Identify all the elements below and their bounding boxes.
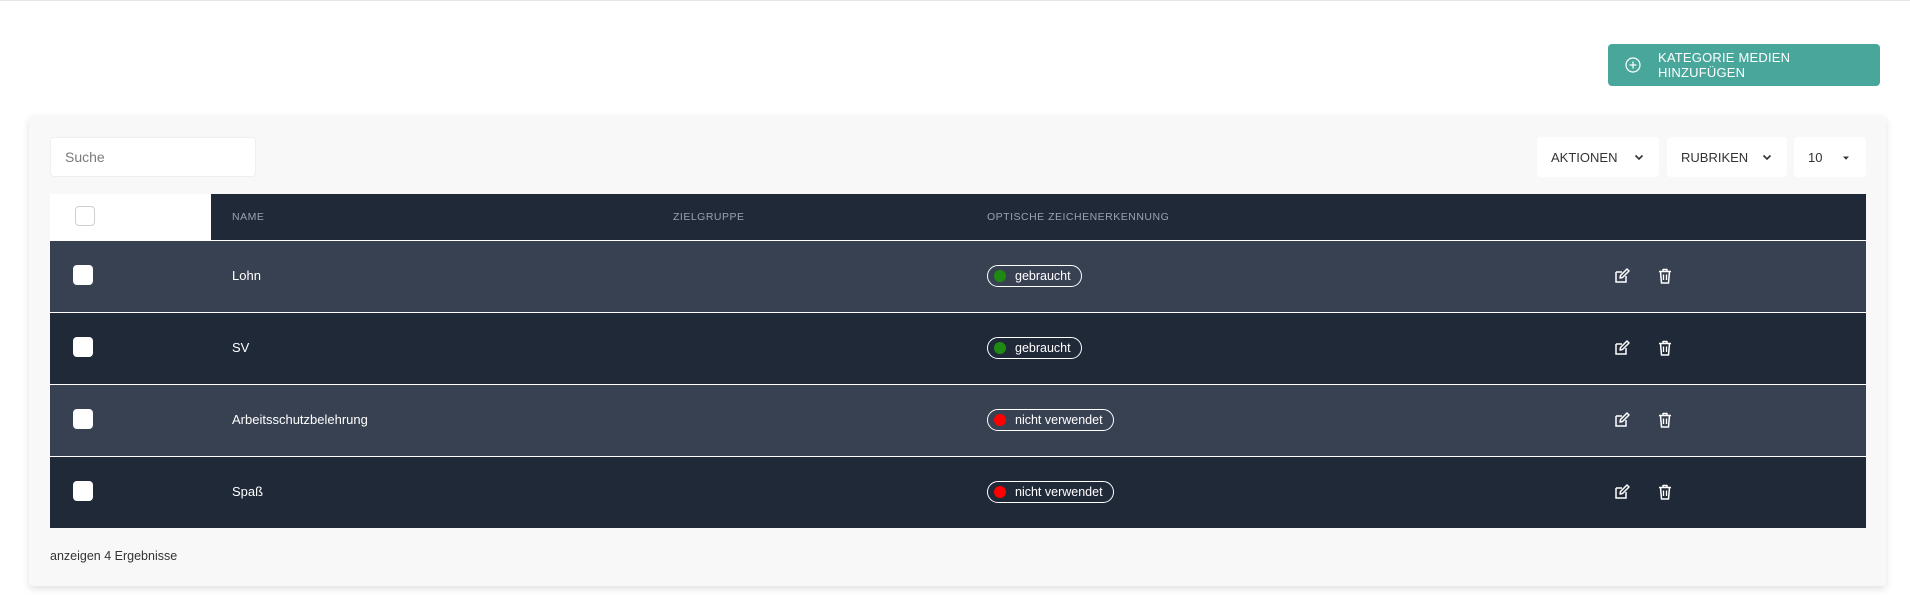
media-category-table: NAME ZIELGRUPPE OPTISCHE ZEICHENERKENNUN… [50,194,1866,528]
edit-icon[interactable] [1613,411,1631,429]
actions-dropdown[interactable]: AKTIONEN [1537,137,1659,177]
media-category-card: AKTIONEN RUBRIKEN 10 NAME ZIELGRUPPE OPT… [29,116,1886,586]
page-size-value: 10 [1808,149,1823,165]
status-label: nicht verwendet [1015,413,1103,427]
trash-icon[interactable] [1656,483,1674,501]
status-dot [994,414,1006,426]
row-checkbox[interactable] [73,337,93,357]
chevron-down-icon [1634,154,1644,161]
row-checkbox[interactable] [73,265,93,285]
row-name: Lohn [232,268,261,283]
row-name: Arbeitsschutzbelehrung [232,412,368,427]
search-input[interactable] [50,137,256,177]
actions-dropdown-label: AKTIONEN [1551,149,1618,165]
table-row: Arbeitsschutzbelehrung nicht verwendet [50,384,1866,456]
edit-icon[interactable] [1613,339,1631,357]
trash-icon[interactable] [1656,411,1674,429]
status-badge: nicht verwendet [987,409,1114,431]
column-header-ocr[interactable]: OPTISCHE ZEICHENERKENNUNG [987,194,1169,240]
caret-down-icon [1843,156,1849,160]
column-header-target-group[interactable]: ZIELGRUPPE [673,194,745,240]
status-dot [994,270,1006,282]
categories-dropdown[interactable]: RUBRIKEN [1667,137,1787,177]
edit-icon[interactable] [1613,267,1631,285]
page-size-select[interactable]: 10 [1794,137,1866,177]
table-row: Spaß nicht verwendet [50,456,1866,528]
table-row: SV gebraucht [50,312,1866,384]
trash-icon[interactable] [1656,267,1674,285]
status-dot [994,486,1006,498]
top-divider [0,0,1910,1]
status-label: nicht verwendet [1015,485,1103,499]
row-checkbox[interactable] [73,409,93,429]
status-label: gebraucht [1015,269,1071,283]
results-count: anzeigen 4 Ergebnisse [50,549,178,563]
status-label: gebraucht [1015,341,1071,355]
row-name: SV [232,340,250,355]
status-badge: gebraucht [987,265,1082,287]
status-dot [994,342,1006,354]
column-header-name[interactable]: NAME [232,194,264,240]
trash-icon[interactable] [1656,339,1674,357]
add-category-media-button[interactable]: KATEGORIE MEDIEN HINZUFÜGEN [1608,44,1880,86]
table-row: Lohn gebraucht [50,240,1866,312]
add-category-media-label: KATEGORIE MEDIEN HINZUFÜGEN [1658,50,1791,80]
categories-dropdown-label: RUBRIKEN [1681,149,1749,165]
select-all-cell [50,194,211,240]
select-all-checkbox[interactable] [75,206,95,226]
status-badge: nicht verwendet [987,481,1114,503]
row-checkbox[interactable] [73,481,93,501]
status-badge: gebraucht [987,337,1082,359]
chevron-down-icon [1762,154,1772,161]
edit-icon[interactable] [1613,483,1631,501]
plus-circle-icon [1625,57,1641,73]
row-name: Spaß [232,484,264,499]
table-header: NAME ZIELGRUPPE OPTISCHE ZEICHENERKENNUN… [50,194,1866,240]
